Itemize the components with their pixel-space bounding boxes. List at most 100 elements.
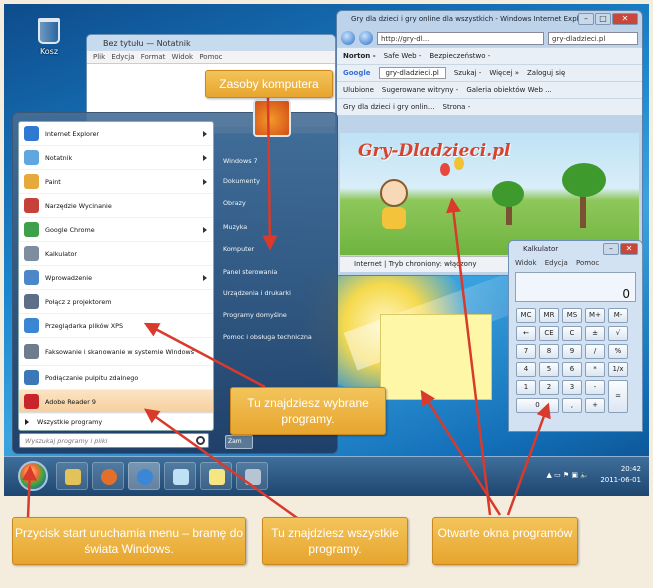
user-picture[interactable] bbox=[253, 99, 291, 137]
calc-key[interactable]: M- bbox=[608, 308, 628, 323]
calc-close-button[interactable]: ✕ bbox=[620, 243, 638, 255]
taskbar-sticky-notes-icon[interactable] bbox=[200, 462, 232, 490]
calc-key[interactable]: C bbox=[562, 326, 582, 341]
program-item[interactable]: Wprowadzenie bbox=[19, 266, 213, 290]
calc-key[interactable]: 7 bbox=[516, 344, 536, 359]
calculator-menu[interactable]: Widok Edycja Pomoc bbox=[509, 258, 642, 270]
site-logo[interactable]: Gry-Dladzieci.pl bbox=[358, 141, 511, 161]
start-right-link[interactable]: Windows 7 bbox=[223, 157, 258, 165]
favorites-button[interactable]: Ulubione bbox=[343, 86, 374, 94]
start-right-link[interactable]: Obrazy bbox=[223, 199, 246, 207]
program-icon bbox=[24, 270, 39, 285]
start-right-link[interactable]: Pomoc i obsługa techniczna bbox=[223, 333, 312, 341]
tray-icons[interactable]: ▲ ▭ ⚑ ▣ 🔈 bbox=[546, 471, 589, 479]
program-item[interactable]: Adobe Reader 9 bbox=[19, 390, 213, 414]
recycle-bin-icon[interactable]: Kosz bbox=[32, 18, 66, 64]
identity-button[interactable]: Bezpieczeństwo - bbox=[429, 52, 490, 60]
calc-key[interactable]: 8 bbox=[539, 344, 559, 359]
program-item[interactable]: Notatnik bbox=[19, 146, 213, 170]
calculator-window[interactable]: Kalkulator – ✕ Widok Edycja Pomoc 0 MC MR… bbox=[508, 240, 643, 432]
program-item[interactable]: Internet Explorer bbox=[19, 122, 213, 146]
shutdown-button[interactable]: Zam bbox=[225, 435, 253, 449]
submenu-arrow-icon[interactable] bbox=[203, 274, 207, 281]
program-item[interactable]: Kalkulator bbox=[19, 242, 213, 266]
submenu-arrow-icon[interactable] bbox=[203, 130, 207, 137]
all-programs-link[interactable]: Wszystkie programy bbox=[19, 412, 213, 430]
forward-icon[interactable] bbox=[359, 31, 373, 45]
program-item[interactable]: Paint bbox=[19, 170, 213, 194]
submenu-arrow-icon[interactable] bbox=[203, 154, 207, 161]
maximize-button[interactable]: □ bbox=[595, 13, 611, 25]
start-right-link[interactable]: Dokumenty bbox=[223, 177, 260, 185]
calc-key[interactable]: = bbox=[608, 380, 628, 413]
start-button[interactable] bbox=[18, 461, 48, 491]
ie-tab[interactable]: Gry dla dzieci i gry onlin... bbox=[343, 103, 435, 111]
calc-key[interactable]: / bbox=[585, 344, 605, 359]
start-right-link[interactable]: Muzyka bbox=[223, 223, 247, 231]
taskbar-explorer-icon[interactable] bbox=[56, 462, 88, 490]
search-placeholder: Wyszukaj programy i pliki bbox=[25, 437, 108, 445]
calc-key[interactable]: + bbox=[585, 398, 605, 413]
calc-key[interactable]: √ bbox=[608, 326, 628, 341]
search-icon[interactable] bbox=[196, 436, 205, 445]
calc-key[interactable]: 6 bbox=[562, 362, 582, 377]
program-item[interactable]: Google Chrome bbox=[19, 218, 213, 242]
program-item[interactable]: Przeglądarka plików XPS bbox=[19, 314, 213, 338]
norton-button[interactable]: Norton - bbox=[343, 52, 376, 60]
login-link[interactable]: Zaloguj się bbox=[527, 69, 565, 77]
program-item[interactable]: Podłączanie pulpitu zdalnego bbox=[19, 366, 213, 390]
calc-key[interactable]: 4 bbox=[516, 362, 536, 377]
minimize-button[interactable]: – bbox=[578, 13, 594, 25]
start-right-link[interactable]: Programy domyślne bbox=[223, 311, 287, 319]
start-right-link[interactable]: Komputer bbox=[223, 245, 254, 253]
address-bar[interactable]: http://gry-dl... bbox=[377, 31, 544, 45]
taskbar-calculator-icon[interactable] bbox=[236, 462, 268, 490]
program-item[interactable]: Narzędzie Wycinanie bbox=[19, 194, 213, 218]
web-page[interactable]: Gry-Dladzieci.pl bbox=[340, 133, 639, 255]
calc-key[interactable]: CE bbox=[539, 326, 559, 341]
calc-key[interactable]: MC bbox=[516, 308, 536, 323]
submenu-arrow-icon[interactable] bbox=[203, 178, 207, 185]
start-search-input[interactable]: Wyszukaj programy i pliki bbox=[19, 433, 209, 448]
google-search-button[interactable]: Szukaj - bbox=[454, 69, 481, 77]
calc-key[interactable]: MR bbox=[539, 308, 559, 323]
clock[interactable]: 20:42 2011-06-01 bbox=[600, 464, 641, 486]
calc-key[interactable]: M+ bbox=[585, 308, 605, 323]
calc-key[interactable]: * bbox=[585, 362, 605, 377]
calc-key[interactable]: 0 bbox=[516, 398, 559, 413]
ie-search-box[interactable]: gry-dladzieci.pl bbox=[548, 31, 638, 45]
calc-key[interactable]: % bbox=[608, 344, 628, 359]
calc-key[interactable]: , bbox=[562, 398, 582, 413]
program-item[interactable]: Faksowanie i skanowanie w systemie Windo… bbox=[19, 338, 213, 366]
web-gallery[interactable]: Galeria obiektów Web ... bbox=[466, 86, 551, 94]
sticky-note[interactable] bbox=[380, 314, 492, 400]
google-search-input[interactable]: gry-dladzieci.pl bbox=[378, 67, 446, 79]
calc-key[interactable]: 3 bbox=[562, 380, 582, 395]
calc-key[interactable]: 9 bbox=[562, 344, 582, 359]
back-icon[interactable] bbox=[341, 31, 355, 45]
notepad-menu[interactable]: Plik Edycja Format Widok Pomoc bbox=[87, 51, 335, 63]
taskbar-media-player-icon[interactable] bbox=[92, 462, 124, 490]
suggested-sites[interactable]: Sugerowane witryny - bbox=[382, 86, 458, 94]
start-right-link[interactable]: Urządzenia i drukarki bbox=[223, 289, 291, 297]
calc-key[interactable]: 5 bbox=[539, 362, 559, 377]
ie-window[interactable]: Gry dla dzieci i gry online dla wszystki… bbox=[336, 10, 643, 276]
calc-key[interactable]: 1/x bbox=[608, 362, 628, 377]
page-menu[interactable]: Strona - bbox=[443, 103, 471, 111]
calc-key[interactable]: ← bbox=[516, 326, 536, 341]
tab-row: Gry dla dzieci i gry onlin... Strona - bbox=[337, 98, 642, 115]
calc-key[interactable]: 2 bbox=[539, 380, 559, 395]
start-right-link[interactable]: Panel sterowania bbox=[223, 268, 277, 276]
calc-key[interactable]: - bbox=[585, 380, 605, 395]
taskbar-ie-icon[interactable] bbox=[128, 462, 160, 490]
calc-key[interactable]: 1 bbox=[516, 380, 536, 395]
calc-key[interactable]: ± bbox=[585, 326, 605, 341]
calc-minimize-button[interactable]: – bbox=[603, 243, 619, 255]
close-button[interactable]: ✕ bbox=[612, 13, 638, 25]
safe-web-button[interactable]: Safe Web - bbox=[384, 52, 422, 60]
more-button[interactable]: Więcej » bbox=[489, 69, 519, 77]
submenu-arrow-icon[interactable] bbox=[203, 226, 207, 233]
taskbar-notepad-icon[interactable] bbox=[164, 462, 196, 490]
calc-key[interactable]: MS bbox=[562, 308, 582, 323]
program-item[interactable]: Połącz z projektorem bbox=[19, 290, 213, 314]
